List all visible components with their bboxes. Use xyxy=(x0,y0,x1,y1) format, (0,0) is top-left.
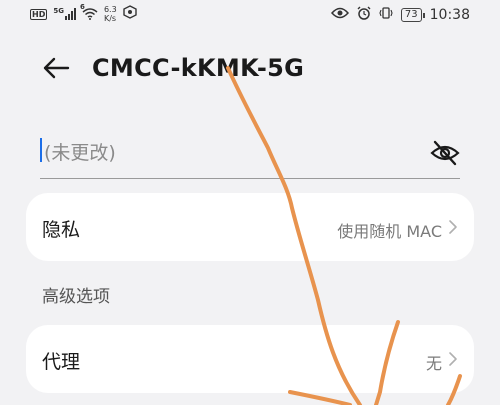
net-speed-value: 6.3 xyxy=(103,5,117,14)
net-speed: 6.3 K/s xyxy=(104,5,117,23)
status-right: 73 10:38 xyxy=(330,6,470,24)
status-bar: HD 5G 6 6.3 K/s 73 10:38 xyxy=(0,0,500,32)
privacy-value: 使用随机 MAC xyxy=(337,222,442,241)
signal-icon: 5G xyxy=(53,8,76,20)
clock: 10:38 xyxy=(429,7,470,23)
app-icon xyxy=(123,5,137,23)
chevron-right-icon xyxy=(449,352,457,366)
eye-icon xyxy=(330,7,349,23)
advanced-options-heading: 高级选项 xyxy=(42,287,110,307)
wifi-label: 6 xyxy=(79,3,85,11)
privacy-label: 隐私 xyxy=(42,219,81,241)
alarm-icon xyxy=(357,6,371,24)
hd-icon: HD xyxy=(30,8,48,20)
proxy-row[interactable]: 代理 无 xyxy=(26,325,474,393)
proxy-label: 代理 xyxy=(42,351,81,373)
signal-label: 5G xyxy=(53,7,64,15)
status-left: HD 5G 6 6.3 K/s xyxy=(30,4,137,23)
wifi-icon: 6 xyxy=(80,4,98,20)
net-speed-unit: K/s xyxy=(103,14,117,23)
chevron-right-icon xyxy=(449,220,457,234)
password-field[interactable]: (未更改) xyxy=(40,128,460,179)
password-placeholder: (未更改) xyxy=(44,142,116,164)
page-title: CMCC-kKMK-5G xyxy=(92,54,305,82)
hide-password-icon[interactable] xyxy=(430,140,460,166)
text-caret xyxy=(40,138,42,162)
battery-icon: 73 xyxy=(400,8,425,22)
page-header: CMCC-kKMK-5G xyxy=(0,44,500,94)
vibrate-icon xyxy=(379,6,393,24)
privacy-row[interactable]: 隐私 使用随机 MAC xyxy=(26,193,474,261)
proxy-value: 无 xyxy=(425,354,442,373)
back-arrow-icon[interactable] xyxy=(40,52,72,84)
